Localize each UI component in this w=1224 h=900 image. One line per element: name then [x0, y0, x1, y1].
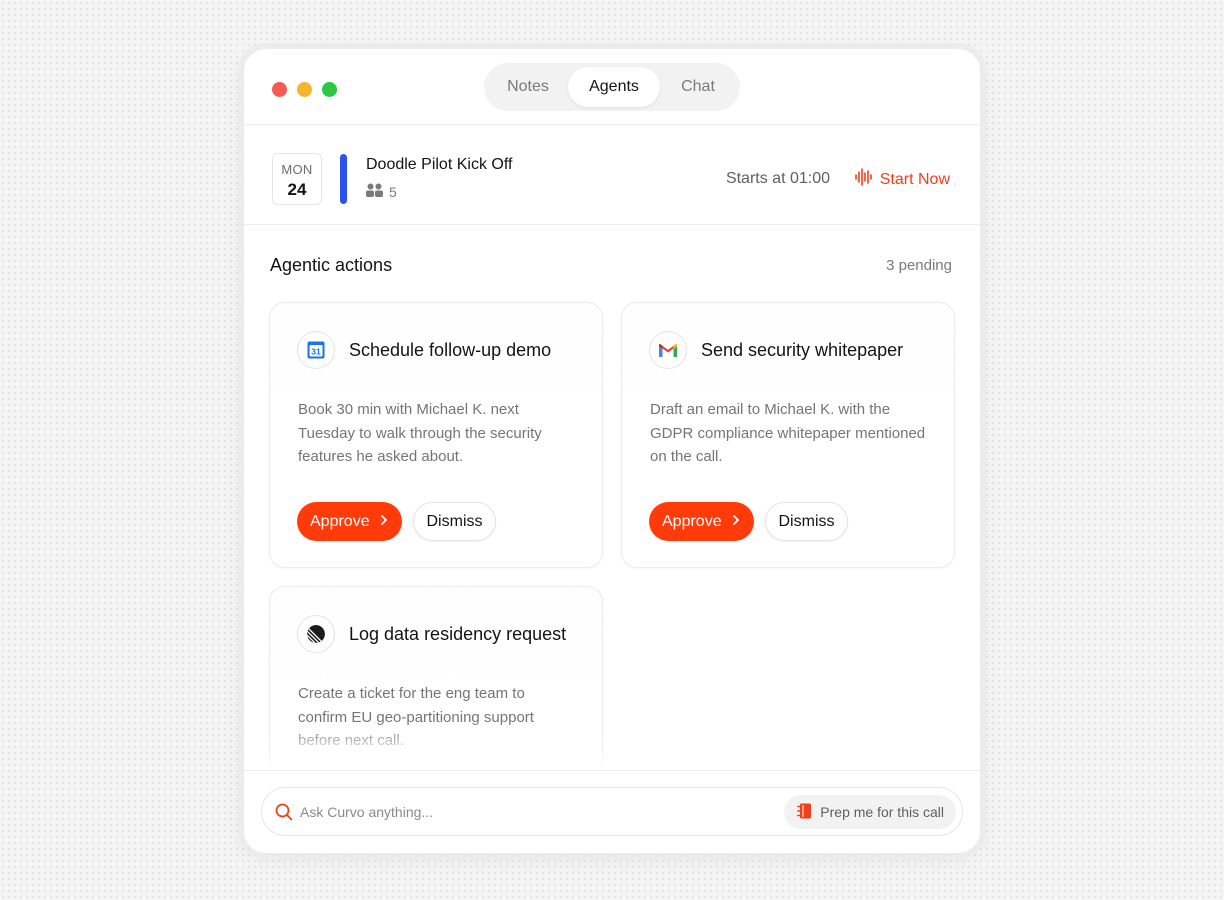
meeting-title: Doodle Pilot Kick Off: [366, 156, 513, 173]
attendees: 5: [366, 183, 397, 200]
list-fade: [244, 739, 980, 771]
action-title: Schedule follow-up demo: [349, 340, 552, 360]
chevron-right-icon: [732, 513, 740, 531]
prep-call-button[interactable]: Prep me for this call: [784, 795, 956, 829]
date-day-of-week: MON: [281, 162, 313, 177]
footer: Prep me for this call: [244, 770, 980, 853]
tab-agents[interactable]: Agents: [568, 67, 660, 107]
title-bar: Notes Agents Chat: [244, 49, 980, 125]
start-now-button[interactable]: Start Now: [854, 168, 950, 191]
ask-bar: Prep me for this call: [261, 787, 963, 836]
chevron-right-icon: [380, 513, 388, 531]
start-time: Starts at 01:00: [725, 170, 830, 187]
approve-button[interactable]: Approve: [649, 502, 754, 541]
dismiss-button[interactable]: Dismiss: [413, 502, 496, 541]
svg-text:31: 31: [311, 347, 321, 357]
prep-call-label: Prep me for this call: [820, 804, 944, 820]
meeting-header: MON 24 Doodle Pilot Kick Off 5 Starts at…: [244, 125, 980, 225]
tab-notes[interactable]: Notes: [488, 67, 568, 107]
ask-input[interactable]: [300, 800, 760, 824]
approve-label: Approve: [310, 512, 370, 530]
attendee-count: 5: [389, 183, 397, 200]
search-icon: [275, 803, 293, 826]
action-title: Send security whitepaper: [701, 340, 904, 360]
tab-chat[interactable]: Chat: [660, 67, 736, 107]
app-window: Notes Agents Chat MON 24 Doodle Pilot Ki…: [244, 49, 980, 853]
approve-button[interactable]: Approve: [297, 502, 402, 541]
meeting-accent-bar: [340, 154, 347, 204]
close-window-button[interactable]: [272, 82, 287, 97]
pending-count: 3 pending: [886, 257, 952, 274]
google-calendar-icon: 31: [297, 331, 335, 369]
people-icon: [366, 183, 383, 200]
maximize-window-button[interactable]: [322, 82, 337, 97]
section-title: Agentic actions: [270, 255, 393, 275]
waveform-icon: [854, 168, 872, 191]
minimize-window-button[interactable]: [297, 82, 312, 97]
action-title: Log data residency request: [349, 624, 567, 644]
notebook-icon: [797, 803, 812, 822]
date-badge: MON 24: [272, 153, 322, 205]
dismiss-button[interactable]: Dismiss: [765, 502, 848, 541]
action-description: Draft an email to Michael K. with the GD…: [650, 401, 926, 465]
action-card: Send security whitepaper Draft an email …: [621, 302, 955, 568]
gmail-icon: [649, 331, 687, 369]
date-day: 24: [287, 180, 307, 199]
action-card: 31 Schedule follow-up demo Book 30 min w…: [269, 302, 603, 568]
start-now-label: Start Now: [879, 170, 950, 188]
action-description: Book 30 min with Michael K. next Tuesday…: [298, 401, 542, 465]
linear-icon: [297, 615, 335, 653]
approve-label: Approve: [662, 512, 722, 530]
view-tabs: Notes Agents Chat: [484, 63, 740, 111]
